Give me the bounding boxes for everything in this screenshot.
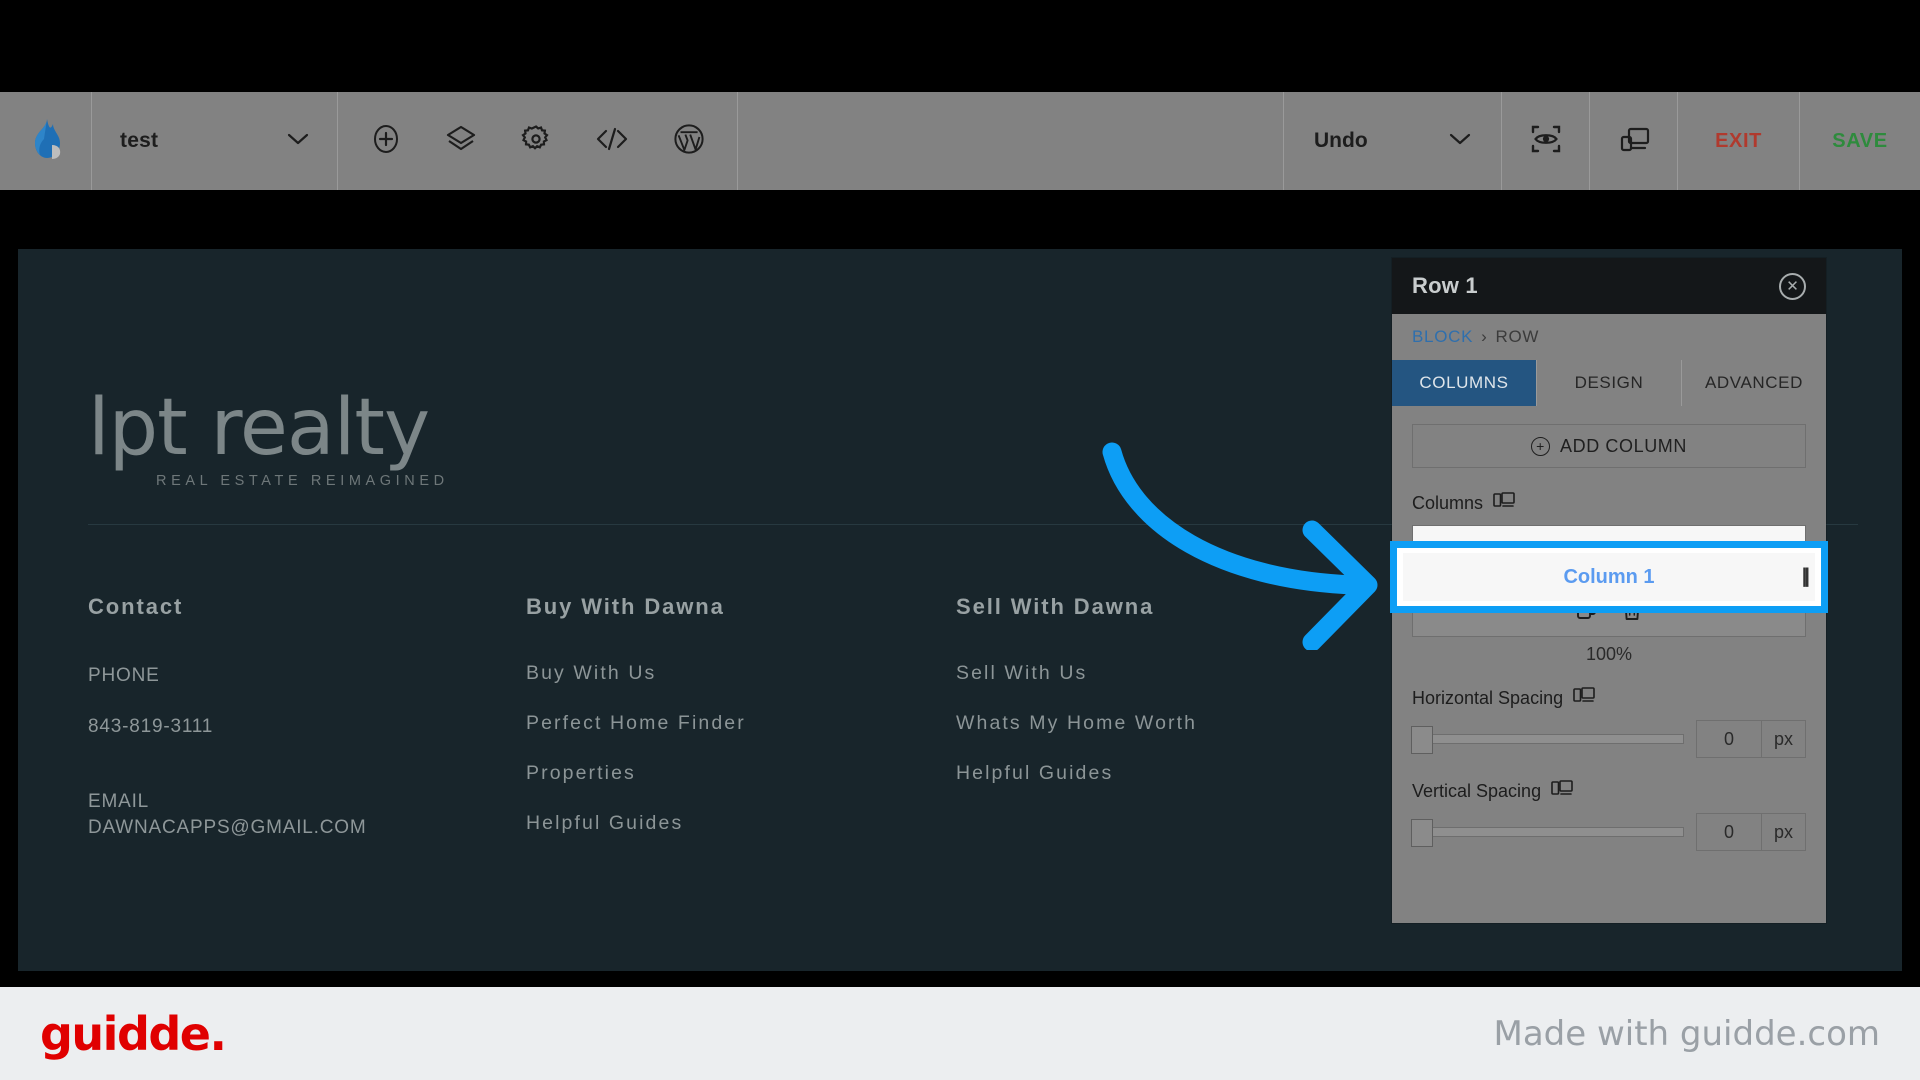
drag-grip-icon[interactable]: ||: [1802, 566, 1810, 589]
responsive-device-icon[interactable]: [1551, 780, 1573, 803]
phone-label: PHONE: [88, 665, 160, 686]
site-selector[interactable]: test: [92, 92, 338, 190]
toolbar-spacer: [738, 92, 1284, 190]
breadcrumb-parent[interactable]: BLOCK: [1412, 327, 1473, 347]
chevron-down-icon: [287, 132, 309, 151]
panel-tabs: COLUMNS DESIGN ADVANCED: [1392, 360, 1826, 406]
email-value[interactable]: DAWNACAPPS@GMAIL.COM: [88, 815, 526, 841]
undo-label: Undo: [1314, 129, 1368, 152]
footer-link[interactable]: Helpful Guides: [956, 762, 1386, 785]
slider-knob[interactable]: [1411, 819, 1433, 847]
responsive-view-button[interactable]: [1590, 92, 1678, 190]
add-column-button[interactable]: + ADD COLUMN: [1412, 424, 1806, 468]
horizontal-spacing-unit[interactable]: px: [1761, 721, 1805, 757]
footer-link[interactable]: Perfect Home Finder: [526, 712, 956, 735]
horizontal-spacing-row: 0 px: [1411, 720, 1806, 758]
guidde-made-with-label: Made with guidde.com: [1493, 1013, 1880, 1054]
breadcrumb-current: ROW: [1495, 327, 1540, 346]
brand-logo-tagline: REAL ESTATE REIMAGINED: [156, 473, 449, 489]
vertical-spacing-row: 0 px: [1411, 813, 1806, 851]
save-button[interactable]: SAVE: [1800, 92, 1920, 190]
eye-focus-icon: [1529, 123, 1563, 160]
guidde-logo: guidde.: [40, 1006, 227, 1061]
exit-button[interactable]: EXIT: [1678, 92, 1800, 190]
plus-circle-icon: +: [1530, 436, 1550, 456]
horizontal-spacing-text: Horizontal Spacing: [1412, 688, 1564, 708]
layers-icon[interactable]: [445, 124, 477, 159]
vertical-spacing-text: Vertical Spacing: [1412, 781, 1542, 801]
column-heading: Contact: [88, 594, 184, 619]
footer-link[interactable]: Whats My Home Worth: [956, 712, 1386, 735]
screen-root: test Undo EXIT SAVE lpt realty REAL ESTA…: [0, 0, 1920, 1080]
code-icon[interactable]: [595, 125, 629, 158]
horizontal-spacing-input[interactable]: 0 px: [1696, 720, 1806, 758]
columns-field-label: Columns: [1412, 492, 1806, 515]
guidde-branding-bar: guidde. Made with guidde.com: [0, 987, 1920, 1080]
curved-arrow-right-icon: [1102, 442, 1378, 650]
tab-columns[interactable]: COLUMNS: [1392, 360, 1537, 406]
footer-link[interactable]: Buy With Us: [526, 662, 956, 685]
app-logo-button[interactable]: [0, 92, 92, 190]
add-column-label: ADD COLUMN: [1559, 435, 1687, 456]
column-width-value: 100%: [1585, 644, 1633, 664]
footer-link[interactable]: Properties: [526, 762, 956, 785]
slider-knob[interactable]: [1411, 726, 1433, 754]
add-circle-icon[interactable]: [371, 124, 401, 159]
horizontal-spacing-label: Horizontal Spacing: [1412, 687, 1806, 710]
vertical-spacing-unit[interactable]: px: [1761, 814, 1805, 850]
undo-dropdown[interactable]: Undo: [1284, 92, 1502, 190]
vertical-spacing-value: 0: [1723, 821, 1734, 842]
panel-header: Row 1 ✕: [1392, 258, 1826, 314]
footer-link[interactable]: Helpful Guides: [526, 812, 956, 835]
horizontal-spacing-value: 0: [1723, 728, 1734, 749]
wordpress-icon[interactable]: [673, 123, 705, 160]
toolbar-icon-group: [338, 92, 738, 190]
column-item-label: Column 1: [1563, 565, 1655, 588]
top-black-bar: [0, 0, 1920, 92]
tab-design[interactable]: DESIGN: [1537, 360, 1682, 406]
responsive-device-icon[interactable]: [1493, 492, 1515, 515]
columns-label-text: Columns: [1412, 493, 1484, 513]
responsive-layout-icon: [1617, 123, 1651, 160]
column-1-highlight: Column 1 ||: [1390, 541, 1828, 613]
flame-logo-icon: [29, 118, 63, 165]
builder-toolbar: test Undo EXIT SAVE: [0, 92, 1920, 190]
email-label: EMAIL: [88, 791, 150, 812]
responsive-device-icon[interactable]: [1573, 687, 1595, 710]
footer-link[interactable]: Sell With Us: [956, 662, 1386, 685]
site-name-label: test: [120, 129, 159, 152]
column-heading: Buy With Dawna: [526, 594, 725, 619]
save-label: SAVE: [1832, 129, 1888, 152]
breadcrumb: BLOCK › ROW: [1392, 314, 1826, 360]
vertical-spacing-input[interactable]: 0 px: [1696, 813, 1806, 851]
vertical-spacing-slider[interactable]: [1411, 819, 1684, 847]
phone-value[interactable]: 843-819-3111: [88, 713, 526, 742]
gear-icon[interactable]: [520, 124, 551, 159]
breadcrumb-separator: ›: [1481, 327, 1488, 346]
exit-label: EXIT: [1715, 129, 1762, 152]
column-1-highlighted-item[interactable]: Column 1 ||: [1403, 553, 1815, 601]
brand-logo-main: lpt realty: [88, 383, 430, 473]
vertical-spacing-label: Vertical Spacing: [1412, 780, 1806, 803]
panel-title: Row 1: [1412, 273, 1478, 298]
tab-advanced[interactable]: ADVANCED: [1682, 360, 1826, 406]
panel-body: + ADD COLUMN Columns Column 1 ||: [1392, 406, 1826, 851]
bottom-black-divider: [0, 979, 1920, 987]
chevron-down-icon: [1449, 132, 1471, 151]
preview-button[interactable]: [1502, 92, 1590, 190]
brand-logo: lpt realty REAL ESTATE REIMAGINED: [88, 389, 449, 489]
footer-column-buy: Buy With Dawna Buy With Us Perfect Home …: [526, 594, 956, 862]
close-circle-icon[interactable]: ✕: [1779, 272, 1806, 300]
horizontal-spacing-slider[interactable]: [1411, 726, 1684, 754]
footer-column-contact: Contact PHONE 843-819-3111 EMAIL DAWNACA…: [88, 594, 526, 862]
